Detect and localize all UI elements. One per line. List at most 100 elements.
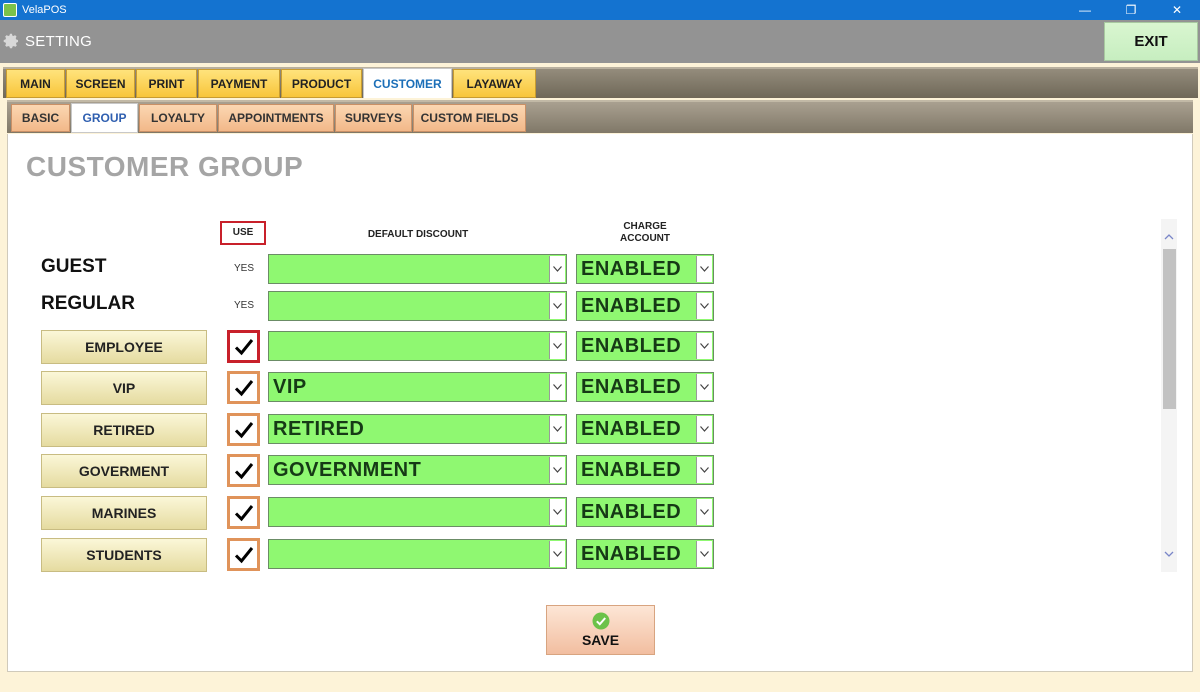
charge-select-employee[interactable]: ENABLED [576, 331, 714, 361]
chevron-down-icon[interactable] [549, 499, 565, 525]
charge-value: ENABLED [581, 542, 682, 565]
charge-value: ENABLED [581, 294, 682, 317]
charge-header-line-2: ACCOUNT [620, 233, 670, 244]
gear-icon [3, 33, 19, 49]
checkmark-icon [234, 546, 253, 563]
customer-group-panel: CUSTOMER GROUP USE DEFAULT DISCOUNT CHAR… [7, 134, 1193, 672]
charge-select-marines[interactable]: ENABLED [576, 497, 714, 527]
use-checkbox-retired[interactable] [227, 413, 260, 446]
tab-screen[interactable]: SCREEN [66, 69, 135, 98]
charge-value: ENABLED [581, 375, 682, 398]
tab-customer[interactable]: CUSTOMER [363, 68, 452, 99]
default-discount-column-header: DEFAULT DISCOUNT [367, 229, 469, 240]
chevron-down-icon[interactable] [549, 541, 565, 567]
charge-select-students[interactable]: ENABLED [576, 539, 714, 569]
group-row-goverment: GOVERMENT GOVERNMENT ENABLED [8, 453, 768, 489]
window-title-bar: VelaPOS — ❐ ✕ [0, 0, 1200, 20]
tab-loyalty[interactable]: LOYALTY [139, 104, 217, 132]
tab-basic[interactable]: BASIC [11, 104, 70, 132]
checkmark-icon [234, 379, 253, 396]
tab-payment[interactable]: PAYMENT [198, 69, 280, 98]
charge-value: ENABLED [581, 500, 682, 523]
group-row-regular: REGULAR YES ENABLED [8, 289, 768, 325]
discount-select-students[interactable] [268, 539, 567, 569]
charge-header-line-1: CHARGE [623, 221, 667, 232]
scrollbar-thumb[interactable] [1163, 249, 1176, 409]
group-button-vip[interactable]: VIP [41, 371, 207, 405]
tab-layaway[interactable]: LAYAWAY [453, 69, 536, 98]
close-icon[interactable]: ✕ [1154, 0, 1200, 20]
chevron-down-icon[interactable] [696, 256, 712, 282]
use-checkbox-employee[interactable] [227, 330, 260, 363]
app-icon [3, 3, 17, 17]
chevron-down-icon[interactable] [696, 541, 712, 567]
discount-select-goverment[interactable]: GOVERNMENT [268, 455, 567, 485]
chevron-down-icon[interactable] [549, 256, 565, 282]
scroll-down-icon[interactable] [1161, 546, 1177, 562]
group-row-students: STUDENTS ENABLED [8, 537, 768, 573]
tab-main[interactable]: MAIN [6, 69, 65, 98]
use-status-regular: YES [234, 300, 255, 311]
chevron-down-icon[interactable] [549, 333, 565, 359]
restore-icon[interactable]: ❐ [1108, 0, 1154, 20]
main-tab-bar: MAIN SCREEN PRINT PAYMENT PRODUCT CUSTOM… [0, 63, 1200, 99]
discount-value: VIP [273, 375, 307, 398]
charge-select-regular[interactable]: ENABLED [576, 291, 714, 321]
use-checkbox-vip[interactable] [227, 371, 260, 404]
discount-select-employee[interactable] [268, 331, 567, 361]
group-button-marines[interactable]: MARINES [41, 496, 207, 530]
section-heading: CUSTOMER GROUP [26, 151, 304, 182]
checkmark-icon [234, 338, 253, 355]
group-button-students[interactable]: STUDENTS [41, 538, 207, 572]
discount-select-guest[interactable] [268, 254, 567, 284]
charge-value: ENABLED [581, 334, 682, 357]
chevron-down-icon[interactable] [696, 499, 712, 525]
chevron-down-icon[interactable] [549, 416, 565, 442]
tab-appointments[interactable]: APPOINTMENTS [218, 104, 334, 132]
chevron-down-icon[interactable] [696, 416, 712, 442]
chevron-down-icon[interactable] [696, 333, 712, 359]
use-checkbox-goverment[interactable] [227, 454, 260, 487]
discount-select-regular[interactable] [268, 291, 567, 321]
discount-select-marines[interactable] [268, 497, 567, 527]
check-circle-icon [592, 612, 609, 630]
minimize-icon[interactable]: — [1062, 0, 1108, 20]
group-name-guest: GUEST [41, 256, 107, 277]
chevron-down-icon[interactable] [696, 374, 712, 400]
scroll-up-icon[interactable] [1161, 229, 1177, 245]
group-button-retired[interactable]: RETIRED [41, 413, 207, 447]
charge-select-vip[interactable]: ENABLED [576, 372, 714, 402]
group-button-goverment[interactable]: GOVERMENT [41, 454, 207, 488]
chevron-down-icon[interactable] [549, 457, 565, 483]
use-checkbox-students[interactable] [227, 538, 260, 571]
chevron-down-icon[interactable] [549, 374, 565, 400]
use-column-header: USE [220, 221, 266, 245]
discount-select-retired[interactable]: RETIRED [268, 414, 567, 444]
save-button[interactable]: SAVE [546, 605, 655, 655]
group-button-employee[interactable]: EMPLOYEE [41, 330, 207, 364]
charge-select-goverment[interactable]: ENABLED [576, 455, 714, 485]
checkmark-icon [234, 421, 253, 438]
discount-value: RETIRED [273, 417, 365, 440]
save-label: SAVE [581, 632, 620, 648]
window-title: VelaPOS [22, 4, 67, 16]
tab-print[interactable]: PRINT [136, 69, 197, 98]
charge-value: ENABLED [581, 417, 682, 440]
group-name-regular: REGULAR [41, 293, 135, 314]
chevron-down-icon[interactable] [549, 293, 565, 319]
tab-surveys[interactable]: SURVEYS [335, 104, 412, 132]
discount-select-vip[interactable]: VIP [268, 372, 567, 402]
charge-select-guest[interactable]: ENABLED [576, 254, 714, 284]
tab-group[interactable]: GROUP [71, 103, 138, 133]
chevron-down-icon[interactable] [696, 293, 712, 319]
exit-button[interactable]: EXIT [1104, 22, 1198, 61]
group-row-employee: EMPLOYEE ENABLED [8, 329, 768, 365]
group-row-vip: VIP VIP ENABLED [8, 370, 768, 406]
charge-select-retired[interactable]: ENABLED [576, 414, 714, 444]
chevron-down-icon[interactable] [696, 457, 712, 483]
use-status-guest: YES [234, 263, 255, 274]
vertical-scrollbar[interactable] [1161, 219, 1177, 572]
use-checkbox-marines[interactable] [227, 496, 260, 529]
tab-custom-fields[interactable]: CUSTOM FIELDS [413, 104, 526, 132]
tab-product[interactable]: PRODUCT [281, 69, 362, 98]
